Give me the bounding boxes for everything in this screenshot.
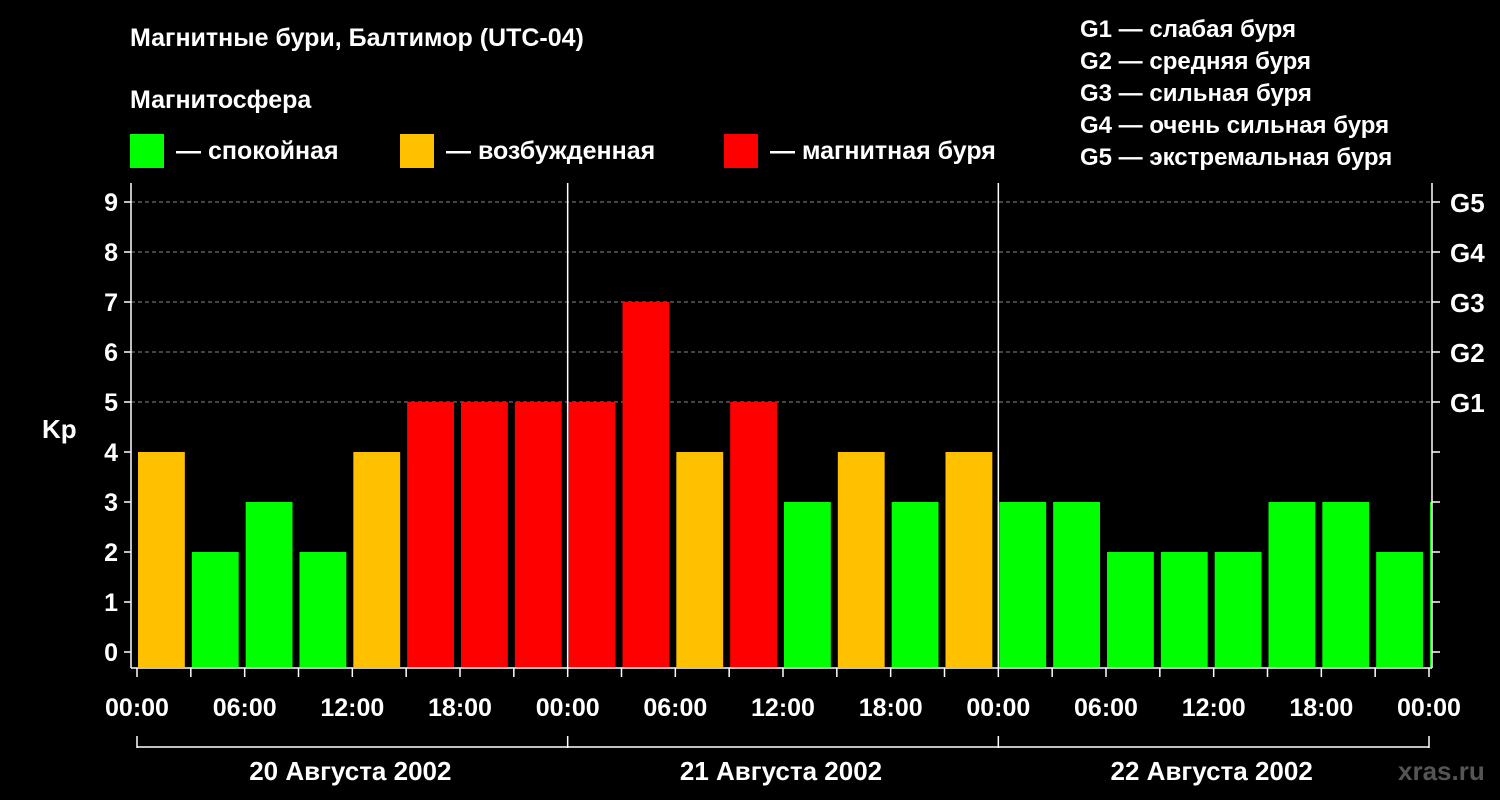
y-tick-label: 6 — [104, 339, 118, 367]
kp-bar — [461, 402, 508, 667]
kp-bar — [138, 452, 185, 667]
kp-bar — [730, 402, 777, 667]
kp-bar — [245, 502, 293, 667]
x-tick-label: 12:00 — [751, 694, 815, 722]
kp-bar — [1160, 552, 1208, 667]
kp-bar — [945, 452, 993, 667]
x-tick-label: 06:00 — [213, 694, 277, 722]
x-tick-label: 12:00 — [1182, 694, 1246, 722]
kp-bar — [299, 552, 347, 667]
y-tick-label: 3 — [104, 489, 118, 517]
kp-bar — [1053, 502, 1100, 667]
kp-bar — [676, 452, 724, 667]
kp-bar — [784, 502, 831, 667]
day-label: 22 Августа 2002 — [1111, 756, 1313, 786]
x-tick-label: 18:00 — [428, 694, 492, 722]
kp-bar — [1268, 502, 1316, 667]
kp-bar — [1107, 552, 1154, 667]
day-label: 20 Августа 2002 — [249, 756, 451, 786]
kp-bar-chart: 0 1 2 3 4 5 6 7 8 9 G1 G2 G3 G4 G5 Kp 00:00 06:00 12:00 18:… — [42, 183, 1485, 786]
y-tick-label: 2 — [104, 539, 118, 567]
x-tick-label: 00:00 — [966, 694, 1030, 722]
kp-bar — [1322, 502, 1370, 667]
g-level-label: G3 — [1450, 288, 1485, 318]
x-tick-label: 00:00 — [536, 694, 600, 722]
kp-bar — [891, 502, 939, 667]
kp-bar — [837, 452, 885, 667]
day-label: 21 Августа 2002 — [680, 756, 882, 786]
kp-bar — [353, 452, 401, 667]
kp-bar — [999, 502, 1047, 667]
x-tick-label: 06:00 — [1074, 694, 1138, 722]
y-axis-title: Kp — [42, 414, 77, 444]
kp-bar — [1214, 552, 1262, 667]
y-tick-label: 1 — [104, 589, 118, 617]
x-tick-label: 00:00 — [1397, 694, 1461, 722]
kp-bar — [568, 402, 616, 667]
g-level-label: G2 — [1450, 338, 1485, 368]
x-tick-label: 00:00 — [105, 694, 169, 722]
kp-bar — [191, 552, 239, 667]
g-level-label: G4 — [1450, 238, 1485, 268]
kp-bar — [622, 302, 670, 667]
y-tick-label: 9 — [104, 189, 118, 217]
y-tick-label: 5 — [104, 389, 118, 417]
y-tick-label: 7 — [104, 289, 118, 317]
watermark: xras.ru — [1398, 756, 1485, 786]
y-tick-label: 8 — [104, 239, 118, 267]
y-tick-label: 0 — [104, 639, 118, 667]
x-tick-label: 12:00 — [320, 694, 384, 722]
kp-bar — [514, 402, 562, 667]
g-level-label: G1 — [1450, 388, 1485, 418]
y-tick-label: 4 — [104, 439, 118, 467]
x-tick-label: 18:00 — [859, 694, 923, 722]
x-tick-label: 06:00 — [643, 694, 707, 722]
kp-bar — [1376, 552, 1423, 667]
g-level-label: G5 — [1450, 188, 1485, 218]
kp-bar — [407, 402, 454, 667]
x-tick-label: 18:00 — [1289, 694, 1353, 722]
